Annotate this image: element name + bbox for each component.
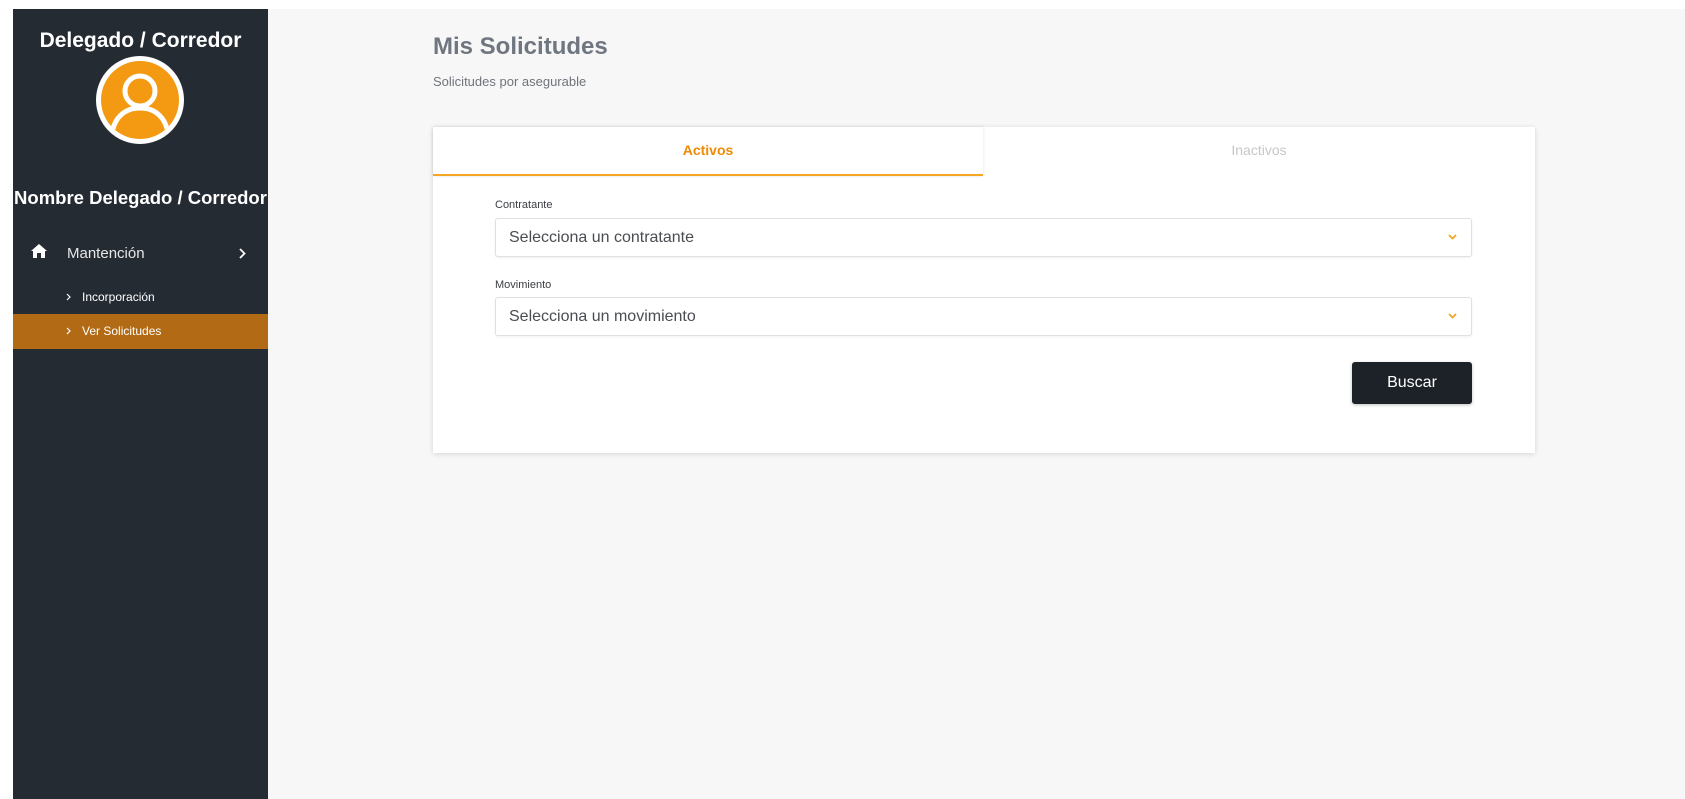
sidebar-item-label: Mantención <box>67 245 145 262</box>
sidebar-item-ver-solicitudes[interactable]: Ver Solicitudes <box>13 314 268 349</box>
avatar <box>96 56 184 144</box>
chevron-right-icon <box>66 293 71 301</box>
tab-inactivos[interactable]: Inactivos <box>983 127 1535 176</box>
app-window: Delegado / Corredor Nombre Delegado / Co… <box>0 0 1685 799</box>
movimiento-select-value: Selecciona un movimiento <box>509 308 696 325</box>
sidebar-item-label: Incorporación <box>82 290 155 304</box>
chevron-right-icon <box>66 327 71 335</box>
page-subtitle: Solicitudes por asegurable <box>433 74 587 89</box>
user-avatar-icon <box>101 61 179 139</box>
sidebar-item-mantencion[interactable]: Mantención <box>13 241 268 269</box>
search-card: Activos Inactivos Contratante Selecciona… <box>433 127 1535 453</box>
contratante-select[interactable]: Selecciona un contratante <box>495 218 1472 257</box>
sidebar-item-label: Ver Solicitudes <box>82 324 162 338</box>
sidebar-role-title: Delegado / Corredor <box>39 29 242 52</box>
tab-activos[interactable]: Activos <box>433 127 983 176</box>
sidebar-user-name: Nombre Delegado / Corredor <box>14 187 267 208</box>
home-icon <box>31 244 47 258</box>
sidebar-item-incorporacion[interactable]: Incorporación <box>13 280 268 315</box>
chevron-down-icon <box>1448 234 1457 240</box>
chevron-down-icon <box>1448 313 1457 319</box>
page-title: Mis Solicitudes <box>433 33 608 60</box>
search-button[interactable]: Buscar <box>1352 362 1472 404</box>
movimiento-select[interactable]: Selecciona un movimiento <box>495 297 1472 336</box>
sidebar: Delegado / Corredor Nombre Delegado / Co… <box>13 9 268 799</box>
contratante-select-value: Selecciona un contratante <box>509 229 695 246</box>
contratante-label: Contratante <box>495 199 553 211</box>
movimiento-label: Movimiento <box>495 279 552 291</box>
chevron-right-icon <box>239 248 246 259</box>
